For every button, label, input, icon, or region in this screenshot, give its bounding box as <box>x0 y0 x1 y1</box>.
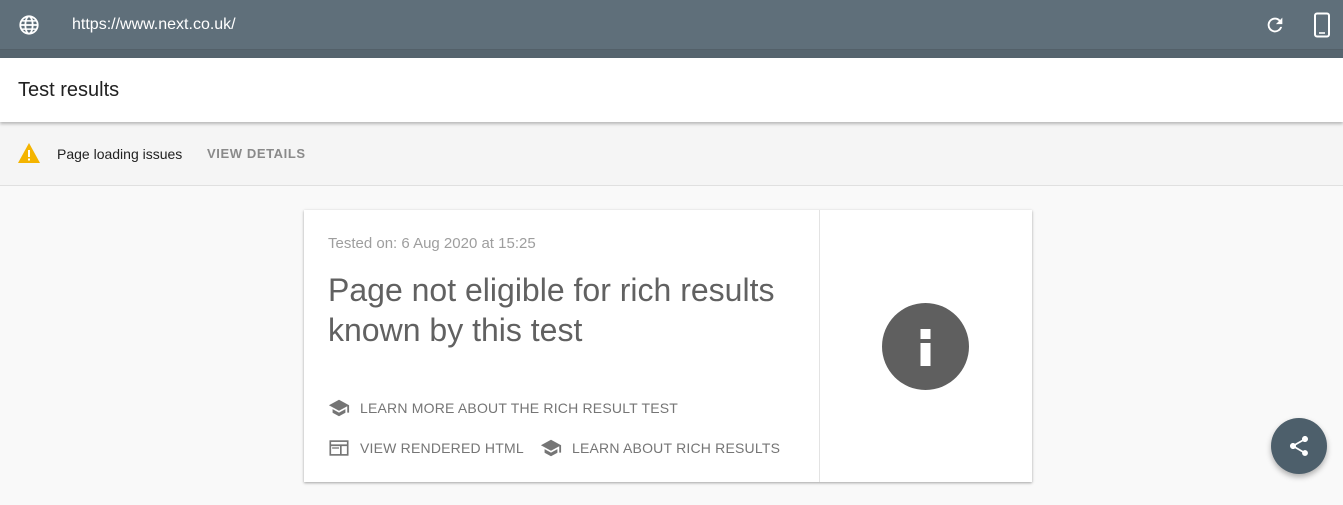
mobile-device-icon[interactable] <box>1312 12 1332 38</box>
result-card: Tested on: 6 Aug 2020 at 15:25 Page not … <box>304 210 1032 482</box>
url-bar: https://www.next.co.uk/ <box>0 0 1343 58</box>
learn-rich-label: LEARN ABOUT RICH RESULTS <box>572 440 781 456</box>
web-icon <box>329 440 349 456</box>
view-details-button[interactable]: VIEW DETAILS <box>207 145 306 163</box>
share-button[interactable] <box>1271 418 1327 474</box>
tested-on-text: Tested on: 6 Aug 2020 at 15:25 <box>328 235 536 252</box>
share-icon <box>1290 436 1308 456</box>
issues-text: Page loading issues <box>57 146 183 162</box>
info-icon <box>882 303 969 390</box>
globe-icon <box>19 15 39 35</box>
view-html-label: VIEW RENDERED HTML <box>360 440 524 456</box>
result-headline: Page not eligible for rich results known… <box>328 272 775 348</box>
learn-more-label: LEARN MORE ABOUT THE RICH RESULT TEST <box>360 400 679 416</box>
warning-icon <box>18 143 40 163</box>
learn-about-rich-results-link[interactable]: LEARN ABOUT RICH RESULTS <box>540 436 780 460</box>
school-icon <box>540 439 562 457</box>
view-rendered-html-link[interactable]: VIEW RENDERED HTML <box>328 436 524 460</box>
reload-icon[interactable] <box>1264 14 1286 36</box>
url-bar-strip <box>0 50 1343 58</box>
url-text[interactable]: https://www.next.co.uk/ <box>72 15 236 35</box>
learn-more-rich-result-test-link[interactable]: LEARN MORE ABOUT THE RICH RESULT TEST <box>328 396 678 420</box>
school-icon <box>328 399 350 417</box>
page-header: Test results <box>0 58 1343 122</box>
card-divider <box>819 210 820 482</box>
issues-bar <box>0 122 1343 186</box>
page-title: Test results <box>18 79 120 101</box>
